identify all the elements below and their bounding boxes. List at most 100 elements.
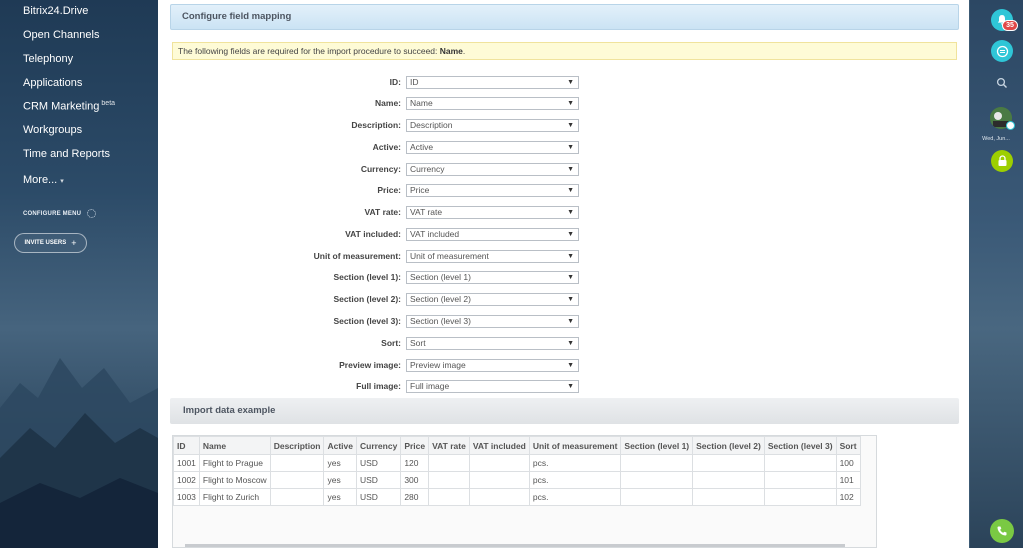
field-select-active[interactable]: Active ▼ xyxy=(406,141,579,154)
table-cell: USD xyxy=(355,471,402,489)
table-cell xyxy=(763,471,837,489)
sidebar-item-label: More... xyxy=(23,174,58,186)
field-select-name[interactable]: Name ▼ xyxy=(406,97,579,110)
sidebar-item-more[interactable]: More... ▾ xyxy=(23,174,64,186)
field-select-section-1[interactable]: Section (level 1) ▼ xyxy=(406,271,579,284)
dropdown-arrow-icon: ▼ xyxy=(567,318,574,325)
invite-users-button[interactable]: INVITE USERS + xyxy=(14,233,87,253)
main-panel: Configure field mapping The following fi… xyxy=(158,0,969,548)
field-select-currency[interactable]: Currency ▼ xyxy=(406,163,579,176)
sidebar-item-telephony[interactable]: Telephony xyxy=(23,53,73,65)
sidebar-item-label: Time and Reports xyxy=(23,148,111,160)
import-example-title: Import data example xyxy=(170,398,959,424)
table-cell: pcs. xyxy=(528,454,622,472)
select-value: Full image xyxy=(410,381,450,391)
configure-menu-label: CONFIGURE MENU xyxy=(23,210,82,217)
field-row-currency: Currency: Currency ▼ xyxy=(158,163,969,177)
field-select-full-image[interactable]: Full image ▼ xyxy=(406,380,579,393)
table-cell xyxy=(763,454,837,472)
table-header-row: ID Name Description Active Currency Pric… xyxy=(173,436,861,455)
dropdown-arrow-icon: ▼ xyxy=(567,187,574,194)
field-select-description[interactable]: Description ▼ xyxy=(406,119,579,132)
notice-required-field: Name xyxy=(439,46,463,56)
field-select-section-2[interactable]: Section (level 2) ▼ xyxy=(406,293,579,306)
sidebar-item-drive[interactable]: Bitrix24.Drive xyxy=(23,5,88,17)
column-header: Currency xyxy=(355,436,402,455)
field-row-description: Description: Description ▼ xyxy=(158,119,969,133)
column-header: Description xyxy=(269,436,325,455)
mountain-background xyxy=(0,358,158,548)
dropdown-arrow-icon: ▼ xyxy=(567,209,574,216)
column-header: ID xyxy=(173,436,200,455)
notification-count-badge: 35 xyxy=(1002,20,1018,31)
field-select-id[interactable]: ID ▼ xyxy=(406,76,579,89)
sidebar-item-label: Workgroups xyxy=(23,124,83,136)
phone-icon xyxy=(997,526,1007,536)
field-label: Unit of measurement: xyxy=(313,251,401,261)
field-select-price[interactable]: Price ▼ xyxy=(406,184,579,197)
field-label: Sort: xyxy=(381,338,401,348)
field-label: VAT rate: xyxy=(364,207,401,217)
column-header: Name xyxy=(198,436,271,455)
table-cell: 100 xyxy=(835,454,861,472)
left-sidebar: Bitrix24.Drive Open Channels Telephony A… xyxy=(0,0,158,548)
sidebar-item-time-reports[interactable]: Time and Reports xyxy=(23,148,110,160)
dropdown-arrow-icon: ▼ xyxy=(567,362,574,369)
select-value: Preview image xyxy=(410,360,466,370)
table-cell xyxy=(692,471,765,489)
lock-icon xyxy=(998,155,1006,166)
select-value: Sort xyxy=(410,338,426,348)
column-header: Active xyxy=(323,436,357,455)
dropdown-arrow-icon: ▼ xyxy=(567,383,574,390)
dropdown-arrow-icon: ▼ xyxy=(567,253,574,260)
field-row-vat-included: VAT included: VAT included ▼ xyxy=(158,228,969,242)
table-cell: Flight to Prague xyxy=(198,454,271,472)
field-row-price: Price: Price ▼ xyxy=(158,184,969,198)
select-value: ID xyxy=(410,77,419,87)
sidebar-item-applications[interactable]: Applications xyxy=(23,77,82,89)
table-cell: 1002 xyxy=(173,471,200,489)
sidebar-item-label: Bitrix24.Drive xyxy=(23,5,89,17)
configure-menu-button[interactable]: CONFIGURE MENU xyxy=(23,209,97,218)
search-button[interactable] xyxy=(991,72,1013,94)
lock-button[interactable] xyxy=(991,150,1013,172)
table-cell xyxy=(468,471,530,489)
sidebar-item-crm-marketing[interactable]: CRM Marketing beta xyxy=(23,100,115,113)
dropdown-arrow-icon: ▼ xyxy=(567,340,574,347)
column-header: Section (level 3) xyxy=(763,436,837,455)
plus-icon: + xyxy=(71,238,77,248)
table-cell: yes xyxy=(323,488,357,506)
select-value: Price xyxy=(410,185,430,195)
field-select-vat-rate[interactable]: VAT rate ▼ xyxy=(406,206,579,219)
horizontal-scrollbar[interactable] xyxy=(185,544,845,547)
table-cell: pcs. xyxy=(528,471,622,489)
select-value: Section (level 2) xyxy=(410,294,471,304)
field-label: Currency: xyxy=(360,164,401,174)
field-select-sort[interactable]: Sort ▼ xyxy=(406,337,579,350)
field-select-vat-included[interactable]: VAT included ▼ xyxy=(406,228,579,241)
dropdown-arrow-icon: ▼ xyxy=(567,166,574,173)
column-header: Sort xyxy=(835,436,861,455)
field-row-sort: Sort: Sort ▼ xyxy=(158,337,969,351)
table-cell xyxy=(620,471,694,489)
field-label: Preview image: xyxy=(339,360,401,370)
notice-suffix: . xyxy=(462,46,466,56)
field-row-section-3: Section (level 3): Section (level 3) ▼ xyxy=(158,315,969,329)
required-fields-notice: The following fields are required for th… xyxy=(172,42,957,60)
table-cell: Flight to Moscow xyxy=(198,471,271,489)
sidebar-item-open-channels[interactable]: Open Channels xyxy=(23,29,99,41)
user-status-icon xyxy=(1006,121,1015,130)
table-cell xyxy=(692,488,765,506)
table-cell: 300 xyxy=(400,471,430,489)
field-select-unit[interactable]: Unit of measurement ▼ xyxy=(406,250,579,263)
field-select-section-3[interactable]: Section (level 3) ▼ xyxy=(406,315,579,328)
phone-button[interactable] xyxy=(990,519,1014,543)
sidebar-item-workgroups[interactable]: Workgroups xyxy=(23,124,82,136)
table-cell: 1001 xyxy=(173,454,200,472)
dropdown-arrow-icon: ▼ xyxy=(567,274,574,281)
field-row-active: Active: Active ▼ xyxy=(158,141,969,155)
field-label: VAT included: xyxy=(345,229,401,239)
sidebar-item-label: Applications xyxy=(23,77,83,89)
chat-button[interactable] xyxy=(991,40,1013,62)
field-select-preview-image[interactable]: Preview image ▼ xyxy=(406,359,579,372)
